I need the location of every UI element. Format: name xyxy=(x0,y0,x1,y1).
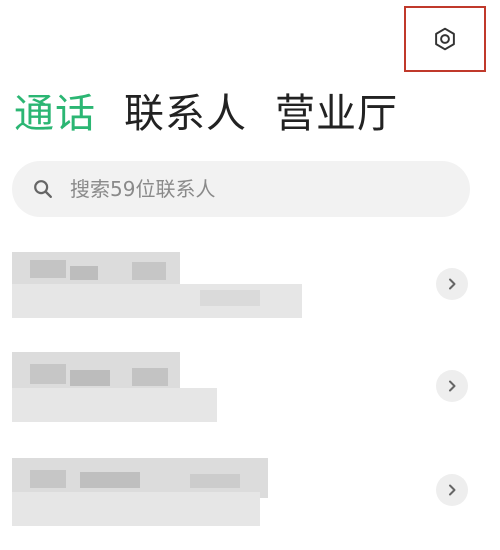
pixel-block xyxy=(132,368,168,386)
pixel-block xyxy=(132,262,166,280)
pixel-block xyxy=(30,260,66,278)
pixel-block xyxy=(80,472,140,488)
search-input[interactable] xyxy=(68,176,452,202)
pixelated-detail xyxy=(12,492,260,526)
pixel-block xyxy=(200,290,260,306)
contact-row[interactable] xyxy=(0,452,500,536)
pixelated-detail xyxy=(12,388,217,422)
pixel-block xyxy=(190,474,240,488)
tab-calls[interactable]: 通话 xyxy=(14,88,96,140)
pixel-block xyxy=(70,266,98,280)
contact-row[interactable] xyxy=(0,246,500,330)
tab-contacts[interactable]: 联系人 xyxy=(124,88,247,140)
contact-detail-button[interactable] xyxy=(436,474,468,506)
chevron-right-icon xyxy=(449,380,456,392)
tab-service-hall[interactable]: 营业厅 xyxy=(275,88,398,140)
contact-row[interactable] xyxy=(0,350,500,434)
chevron-right-icon xyxy=(449,278,456,290)
pixel-block xyxy=(30,470,66,488)
chevron-right-icon xyxy=(449,484,456,496)
contacts-screen: 通话 联系人 营业厅 xyxy=(0,0,500,550)
settings-hexagon-icon xyxy=(435,27,455,51)
search-icon xyxy=(34,180,52,198)
search-bar[interactable] xyxy=(12,161,470,217)
settings-button[interactable] xyxy=(404,6,486,72)
tab-bar: 通话 联系人 营业厅 xyxy=(14,88,398,140)
pixel-block xyxy=(70,370,110,386)
contact-detail-button[interactable] xyxy=(436,370,468,402)
pixel-block xyxy=(30,364,66,384)
contact-detail-button[interactable] xyxy=(436,268,468,300)
